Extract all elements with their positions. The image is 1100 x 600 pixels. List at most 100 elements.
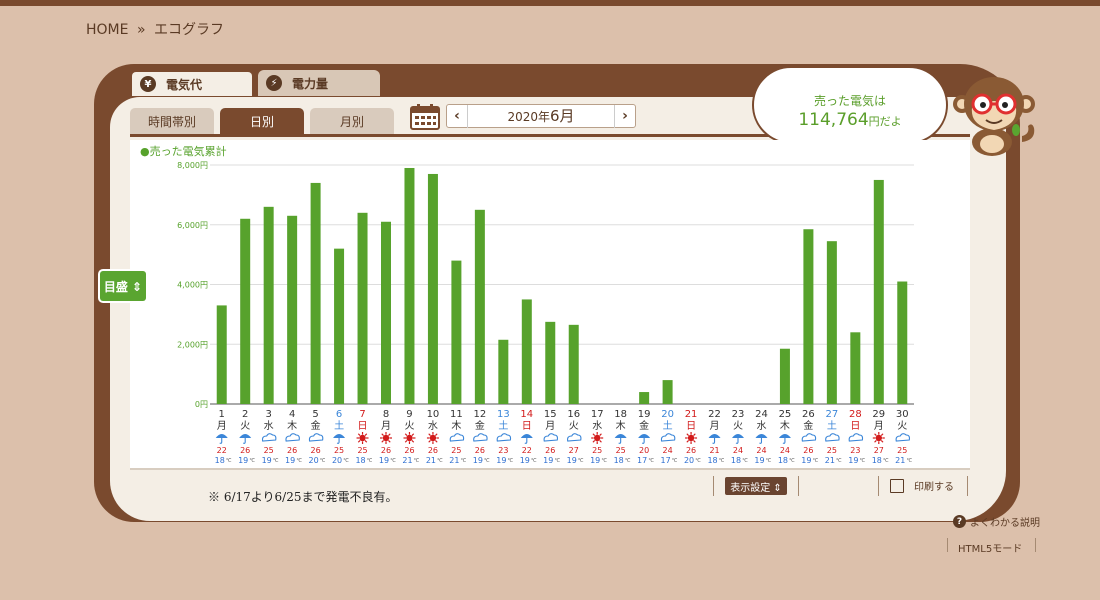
umbrella-icon bbox=[333, 434, 346, 438]
high-temp: 25 bbox=[897, 446, 907, 455]
display-settings-button[interactable]: 表示設定 ⇕ bbox=[725, 477, 787, 495]
bubble-caption: 売った電気は bbox=[813, 94, 886, 108]
low-temp: 19 bbox=[238, 456, 248, 465]
cloud-icon bbox=[285, 433, 300, 442]
tab-daily[interactable]: 日別 bbox=[220, 108, 304, 134]
temp-unit: ℃ bbox=[320, 458, 326, 464]
cloud-icon bbox=[567, 433, 582, 442]
low-temp: 21 bbox=[895, 456, 905, 465]
x-day-label: 28 bbox=[849, 409, 862, 420]
x-day-label: 23 bbox=[732, 409, 745, 420]
bar bbox=[779, 348, 790, 404]
x-weekday-label: 土 bbox=[334, 419, 344, 432]
x-weekday-label: 木 bbox=[451, 420, 461, 432]
divider bbox=[947, 538, 948, 552]
temp-unit: ℃ bbox=[648, 458, 654, 464]
x-day-label: 14 bbox=[520, 409, 533, 420]
umbrella-icon bbox=[755, 434, 768, 438]
high-temp: 26 bbox=[404, 446, 414, 455]
tab-power-amount-label: 電力量 bbox=[292, 76, 329, 91]
next-month-button[interactable]: › bbox=[615, 108, 635, 124]
x-day-label: 17 bbox=[591, 409, 604, 420]
umbrella-handle-icon bbox=[641, 438, 645, 444]
tab-power-amount[interactable]: ⚡ 電力量 bbox=[258, 70, 380, 96]
umbrella-icon bbox=[708, 434, 721, 438]
umbrella-icon bbox=[239, 434, 252, 438]
x-day-label: 19 bbox=[638, 409, 651, 420]
high-temp: 27 bbox=[874, 446, 884, 455]
high-temp: 23 bbox=[850, 446, 860, 455]
temp-unit: ℃ bbox=[390, 458, 396, 464]
low-temp: 17 bbox=[637, 456, 647, 465]
high-temp: 26 bbox=[381, 446, 391, 455]
x-day-label: 21 bbox=[685, 409, 698, 420]
high-temp: 26 bbox=[545, 446, 555, 455]
umbrella-icon bbox=[732, 434, 744, 438]
low-temp: 20 bbox=[309, 456, 319, 465]
html5-mode-link[interactable]: HTML5モード bbox=[958, 540, 1022, 555]
high-temp: 23 bbox=[498, 446, 508, 455]
temp-unit: ℃ bbox=[883, 458, 889, 464]
divider bbox=[1035, 538, 1036, 552]
tab-hourly[interactable]: 時間帯別 bbox=[130, 108, 214, 134]
cloud-icon bbox=[496, 433, 512, 442]
bar bbox=[357, 212, 368, 404]
tab-electricity-cost[interactable]: ¥ 電気代 bbox=[130, 70, 254, 96]
x-weekday-label: 木 bbox=[287, 420, 297, 432]
umbrella-handle-icon bbox=[219, 438, 223, 444]
bar bbox=[263, 206, 274, 404]
x-day-label: 4 bbox=[289, 409, 295, 420]
temp-unit: ℃ bbox=[554, 458, 560, 464]
temp-unit: ℃ bbox=[789, 458, 795, 464]
tab-monthly[interactable]: 月別 bbox=[310, 108, 394, 134]
sold-total-amount: 114,764 bbox=[798, 110, 869, 130]
bar bbox=[639, 392, 650, 404]
print-label: 印刷する bbox=[914, 482, 954, 493]
scale-button[interactable]: 目盛 ⇕ bbox=[100, 271, 146, 301]
high-temp: 26 bbox=[287, 446, 297, 455]
divider bbox=[798, 476, 799, 496]
temp-unit: ℃ bbox=[226, 458, 232, 464]
temp-unit: ℃ bbox=[296, 458, 302, 464]
bar bbox=[568, 324, 579, 404]
temp-unit: ℃ bbox=[484, 458, 490, 464]
bar bbox=[873, 179, 884, 404]
low-temp: 20 bbox=[684, 456, 694, 465]
cloud-icon bbox=[308, 433, 324, 442]
high-temp: 25 bbox=[827, 446, 837, 455]
prev-month-button[interactable]: ‹ bbox=[447, 108, 467, 124]
sold-total: 114,764円だよ bbox=[754, 110, 946, 130]
calendar-icon[interactable] bbox=[410, 104, 440, 130]
year-label: 2020年 bbox=[507, 109, 550, 124]
x-weekday-label: 月 bbox=[710, 420, 720, 432]
low-temp: 19 bbox=[754, 456, 764, 465]
x-day-label: 27 bbox=[825, 409, 838, 420]
temp-unit: ℃ bbox=[742, 458, 748, 464]
umbrella-handle-icon bbox=[735, 438, 739, 444]
bar bbox=[216, 305, 227, 404]
umbrella-icon bbox=[638, 434, 651, 438]
low-temp: 19 bbox=[379, 456, 389, 465]
bar bbox=[897, 281, 908, 404]
help-link[interactable]: ? よくわかる説明 bbox=[953, 514, 1040, 529]
breadcrumb-home-link[interactable]: HOME bbox=[86, 22, 128, 38]
x-day-label: 10 bbox=[427, 409, 440, 420]
x-day-label: 12 bbox=[473, 409, 486, 420]
print-button[interactable]: 印刷する bbox=[890, 478, 954, 493]
cloud-icon bbox=[449, 433, 465, 442]
sun-icon bbox=[685, 432, 698, 444]
temp-unit: ℃ bbox=[578, 458, 584, 464]
bar bbox=[521, 299, 532, 404]
x-weekday-label: 金 bbox=[475, 419, 485, 432]
umbrella-handle-icon bbox=[712, 438, 716, 444]
x-weekday-label: 土 bbox=[827, 419, 837, 432]
low-temp: 19 bbox=[848, 456, 858, 465]
low-temp: 19 bbox=[520, 456, 530, 465]
divider bbox=[967, 476, 968, 496]
x-day-label: 3 bbox=[265, 409, 271, 420]
y-tick-label: 0円 bbox=[195, 400, 208, 409]
low-temp: 18 bbox=[778, 456, 788, 465]
daily-sold-electricity-chart: ●売った電気累計0円2,000円4,000円6,000円8,000円1月2218… bbox=[140, 144, 914, 465]
breadcrumb-current: エコグラフ bbox=[153, 22, 224, 38]
high-temp: 26 bbox=[240, 446, 250, 455]
